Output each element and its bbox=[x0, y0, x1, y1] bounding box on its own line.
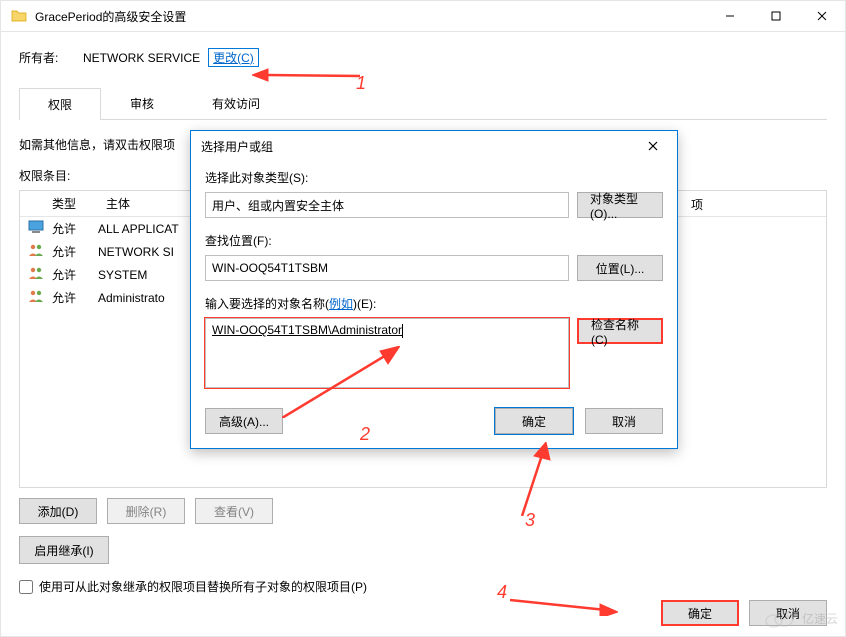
perm-allow: 允许 bbox=[52, 266, 98, 283]
add-button[interactable]: 添加(D) bbox=[19, 498, 97, 524]
people-icon bbox=[28, 266, 46, 283]
window-controls bbox=[707, 1, 845, 31]
extra-column-label: 项 bbox=[691, 196, 703, 213]
text-cursor bbox=[402, 324, 403, 338]
replace-checkbox[interactable] bbox=[19, 580, 33, 594]
dialog-body: 选择此对象类型(S): 用户、组或内置安全主体 对象类型(O)... 查找位置(… bbox=[191, 161, 677, 448]
people-icon bbox=[28, 243, 46, 260]
view-button: 查看(V) bbox=[195, 498, 273, 524]
col-type: 类型 bbox=[52, 195, 106, 212]
dialog-titlebar: 选择用户或组 bbox=[191, 131, 677, 161]
arrow-1 bbox=[252, 64, 360, 90]
location-field[interactable]: WIN-OOQ54T1TSBM bbox=[205, 255, 569, 281]
tab-strip: 权限 审核 有效访问 bbox=[19, 87, 827, 120]
main-ok-button[interactable]: 确定 bbox=[661, 600, 739, 626]
tab-effective[interactable]: 有效访问 bbox=[183, 87, 289, 119]
tab-audit[interactable]: 审核 bbox=[101, 87, 183, 119]
watermark-text: 亿速云 bbox=[802, 610, 838, 627]
close-button[interactable] bbox=[799, 1, 845, 31]
object-type-field[interactable]: 用户、组或内置安全主体 bbox=[205, 192, 569, 218]
object-type-label: 选择此对象类型(S): bbox=[205, 169, 663, 186]
locations-button[interactable]: 位置(L)... bbox=[577, 255, 663, 281]
annotation-3: 3 bbox=[525, 510, 535, 531]
owner-label: 所有者: bbox=[19, 49, 83, 66]
remove-button: 删除(R) bbox=[107, 498, 185, 524]
annotation-4: 4 bbox=[497, 582, 507, 603]
arrow-3 bbox=[488, 442, 556, 516]
perm-allow: 允许 bbox=[52, 243, 98, 260]
replace-checkbox-label: 使用可从此对象继承的权限项目替换所有子对象的权限项目(P) bbox=[39, 578, 367, 595]
dialog-ok-button[interactable]: 确定 bbox=[495, 408, 573, 434]
replace-checkbox-row: 使用可从此对象继承的权限项目替换所有子对象的权限项目(P) bbox=[19, 578, 827, 595]
object-name-text: WIN-OOQ54T1TSBM\Administrator bbox=[212, 323, 402, 337]
arrow-2 bbox=[282, 346, 400, 418]
object-names-label: 输入要选择的对象名称(例如)(E): bbox=[205, 295, 663, 312]
annotation-2: 2 bbox=[360, 424, 370, 445]
advanced-button[interactable]: 高级(A)... bbox=[205, 408, 283, 434]
computer-icon bbox=[28, 220, 46, 237]
perm-allow: 允许 bbox=[52, 220, 98, 237]
dialog-close-button[interactable] bbox=[635, 134, 671, 158]
select-user-dialog: 选择用户或组 选择此对象类型(S): 用户、组或内置安全主体 对象类型(O)..… bbox=[190, 130, 678, 449]
annotation-1: 1 bbox=[356, 73, 366, 94]
dialog-title: 选择用户或组 bbox=[201, 138, 635, 155]
examples-link[interactable]: 例如 bbox=[329, 297, 353, 311]
enable-inherit-button[interactable]: 启用继承(I) bbox=[19, 536, 109, 564]
perm-allow: 允许 bbox=[52, 289, 98, 306]
check-names-button[interactable]: 检查名称(C) bbox=[577, 318, 663, 344]
dialog-footer: 高级(A)... 确定 取消 bbox=[205, 408, 663, 434]
watermark: 亿速云 bbox=[762, 607, 838, 629]
maximize-button[interactable] bbox=[753, 1, 799, 31]
window-title: GracePeriod的高级安全设置 bbox=[35, 8, 707, 25]
object-types-button[interactable]: 对象类型(O)... bbox=[577, 192, 663, 218]
action-buttons: 添加(D) 删除(R) 查看(V) bbox=[19, 498, 827, 524]
tab-permissions[interactable]: 权限 bbox=[19, 88, 101, 120]
people-icon bbox=[28, 289, 46, 306]
dialog-cancel-button[interactable]: 取消 bbox=[585, 408, 663, 434]
owner-row: 所有者: NETWORK SERVICE 更改(C) bbox=[19, 48, 827, 67]
location-label: 查找位置(F): bbox=[205, 232, 663, 249]
owner-value: NETWORK SERVICE bbox=[83, 51, 200, 65]
cloud-icon bbox=[762, 607, 796, 629]
folder-icon bbox=[11, 8, 27, 24]
titlebar: GracePeriod的高级安全设置 bbox=[1, 1, 845, 32]
minimize-button[interactable] bbox=[707, 1, 753, 31]
arrow-4 bbox=[510, 592, 618, 616]
